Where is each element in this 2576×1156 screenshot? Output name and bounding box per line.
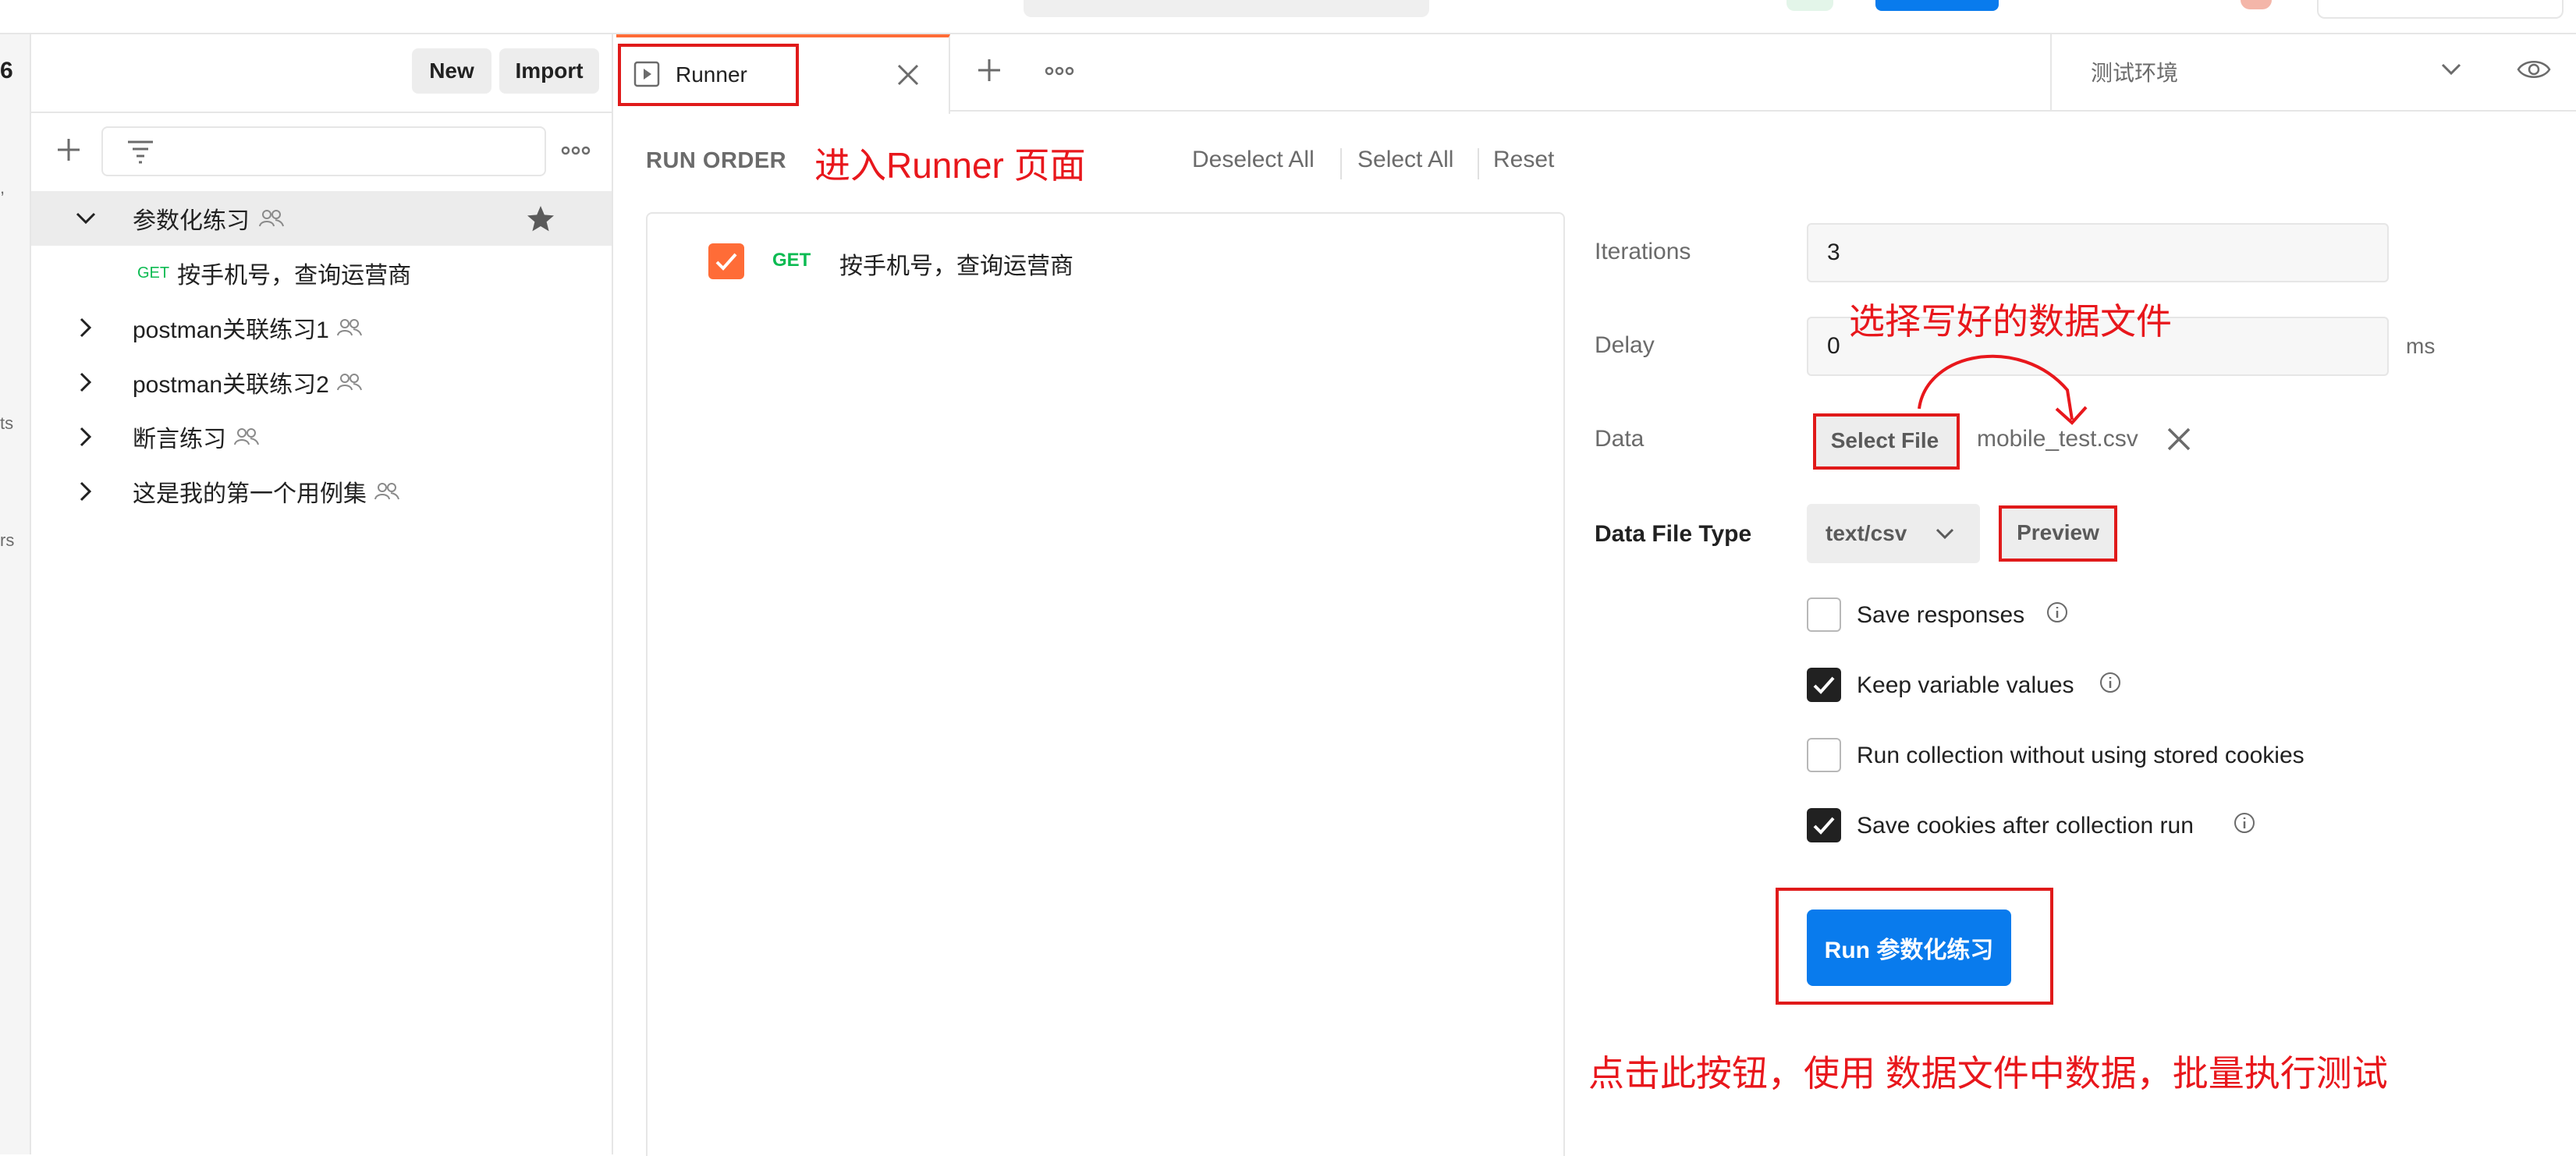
add-collection-icon[interactable] — [53, 134, 84, 165]
nav-strip-label: , — [0, 178, 5, 197]
deselect-all-button[interactable]: Deselect All — [1192, 147, 1315, 173]
star-icon[interactable] — [526, 204, 555, 232]
annotation-run-note: 点击此按钮，使用 数据文件中数据，批量执行测试 — [1588, 1053, 2388, 1094]
data-label: Data — [1595, 426, 1645, 452]
data-file-type-value: text/csv — [1826, 521, 1907, 545]
check-icon — [1813, 817, 1835, 835]
filter-icon — [125, 137, 156, 165]
nav-strip-label: ts — [0, 413, 14, 433]
collection-item[interactable]: 断言练习 — [31, 410, 612, 464]
global-search-bar[interactable] — [1024, 0, 1429, 17]
tab-bar-divider — [949, 110, 2576, 112]
divider — [1340, 148, 1342, 179]
chevron-down-icon[interactable] — [70, 203, 101, 234]
divider — [31, 112, 612, 113]
top-right-control[interactable] — [2317, 0, 2564, 19]
eye-icon[interactable] — [2517, 58, 2551, 81]
collection-name: postman关联练习2 — [133, 372, 329, 398]
import-button[interactable]: Import — [499, 48, 599, 94]
collection-item[interactable]: 这是我的第一个用例集 — [31, 464, 612, 519]
shared-users-icon — [259, 209, 284, 228]
option-label: Keep variable values — [1857, 672, 2074, 698]
run-without-cookies-checkbox[interactable] — [1807, 738, 1841, 772]
info-icon[interactable] — [2046, 601, 2069, 624]
request-name: 按手机号，查询运营商 — [839, 254, 1073, 279]
remove-file-icon[interactable] — [2166, 426, 2192, 452]
collection-filter-input[interactable] — [101, 126, 546, 176]
annotation-highlight — [1776, 888, 2053, 1005]
close-icon[interactable] — [894, 61, 922, 89]
collection-name: 这是我的第一个用例集 — [133, 481, 367, 507]
annotation-highlight — [1999, 505, 2117, 562]
shared-users-icon — [336, 373, 362, 392]
keep-variable-values-checkbox[interactable] — [1807, 668, 1841, 702]
avatar[interactable] — [2241, 0, 2272, 9]
option-label: Save responses — [1857, 602, 2025, 628]
request-item[interactable]: GET 按手机号，查询运营商 — [31, 246, 612, 300]
option-label: Save cookies after collection run — [1857, 813, 2194, 839]
chevron-right-icon[interactable] — [70, 367, 101, 398]
collection-item[interactable]: 参数化练习 — [31, 191, 612, 246]
iterations-input[interactable]: 3 — [1807, 223, 2389, 282]
check-icon — [1813, 676, 1835, 694]
run-order-list — [646, 212, 1565, 1156]
divider — [1478, 148, 1479, 179]
data-file-type-select[interactable]: text/csv — [1807, 504, 1980, 563]
save-cookies-checkbox[interactable] — [1807, 808, 1841, 842]
nav-strip-label: rs — [0, 530, 15, 550]
info-icon[interactable] — [2099, 671, 2122, 694]
collection-item[interactable]: postman关联练习2 — [31, 355, 612, 410]
info-icon[interactable] — [2233, 811, 2256, 835]
chevron-right-icon[interactable] — [70, 476, 101, 507]
annotation-highlight — [618, 44, 799, 106]
annotation-arrow — [1918, 354, 2088, 425]
shared-users-icon — [374, 482, 399, 501]
environment-name: 测试环境 — [2091, 61, 2179, 85]
sidebar-nav-strip — [0, 34, 31, 1154]
chevron-down-icon — [1935, 527, 1955, 540]
more-options-icon[interactable] — [560, 137, 591, 164]
new-button[interactable]: New — [412, 48, 491, 94]
annotation-file-note: 选择写好的数据文件 — [1849, 301, 2172, 342]
tab-options-icon[interactable] — [1044, 59, 1075, 83]
workspace-name: 6 — [0, 58, 13, 83]
save-responses-checkbox[interactable] — [1807, 598, 1841, 632]
chevron-right-icon[interactable] — [70, 421, 101, 452]
chevron-right-icon[interactable] — [70, 312, 101, 343]
collection-name: 断言练习 — [133, 427, 226, 452]
select-all-button[interactable]: Select All — [1357, 147, 1453, 173]
status-pill — [1787, 0, 1833, 11]
data-file-name: mobile_test.csv — [1977, 426, 2138, 452]
check-icon — [715, 253, 737, 271]
reset-button[interactable]: Reset — [1493, 147, 1554, 173]
collection-name: 参数化练习 — [133, 208, 250, 234]
collection-item[interactable]: postman关联练习1 — [31, 300, 612, 355]
delay-label: Delay — [1595, 332, 1655, 358]
option-label: Run collection without using stored cook… — [1857, 743, 2305, 768]
request-name: 按手机号，查询运营商 — [177, 263, 412, 289]
upgrade-button[interactable] — [1875, 0, 1999, 11]
shared-users-icon — [336, 318, 362, 337]
collection-name: postman关联练习1 — [133, 317, 329, 343]
request-checkbox[interactable] — [708, 243, 744, 279]
new-tab-icon[interactable] — [975, 56, 1003, 84]
delay-unit: ms — [2406, 334, 2436, 358]
annotation-runner-note: 进入Runner 页面 — [814, 145, 1086, 186]
run-order-heading: RUN ORDER — [646, 148, 787, 173]
data-file-type-label: Data File Type — [1595, 521, 1752, 547]
chevron-down-icon[interactable] — [2440, 62, 2462, 76]
iterations-label: Iterations — [1595, 239, 1691, 264]
request-method: GET — [137, 264, 170, 282]
shared-users-icon — [234, 427, 259, 446]
request-method: GET — [772, 250, 811, 271]
